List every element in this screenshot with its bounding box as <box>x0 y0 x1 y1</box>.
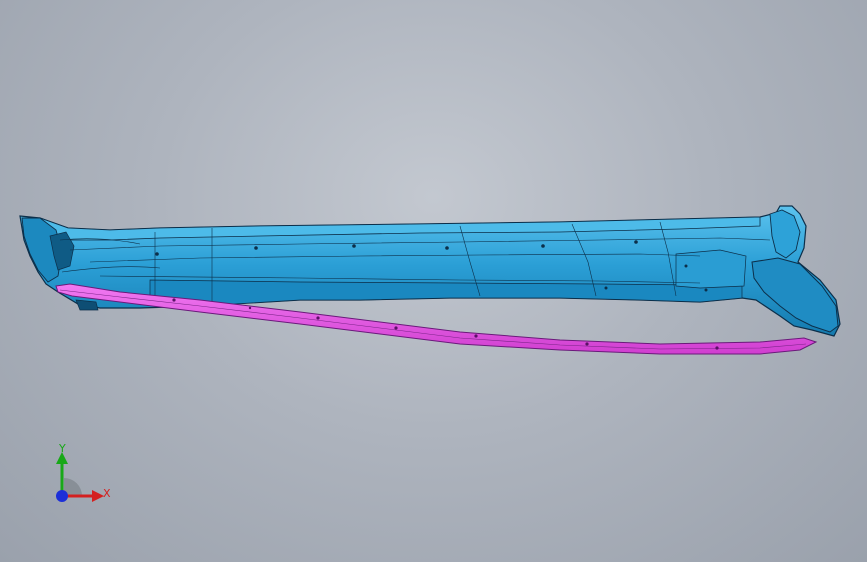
3d-model-view[interactable] <box>0 0 867 562</box>
graphics-viewport[interactable]: Y X <box>0 0 867 562</box>
coordinate-triad: Y X <box>40 440 120 510</box>
y-axis-label: Y <box>59 442 66 455</box>
x-axis-label: X <box>103 487 111 500</box>
side-sill-body[interactable] <box>19 205 841 337</box>
